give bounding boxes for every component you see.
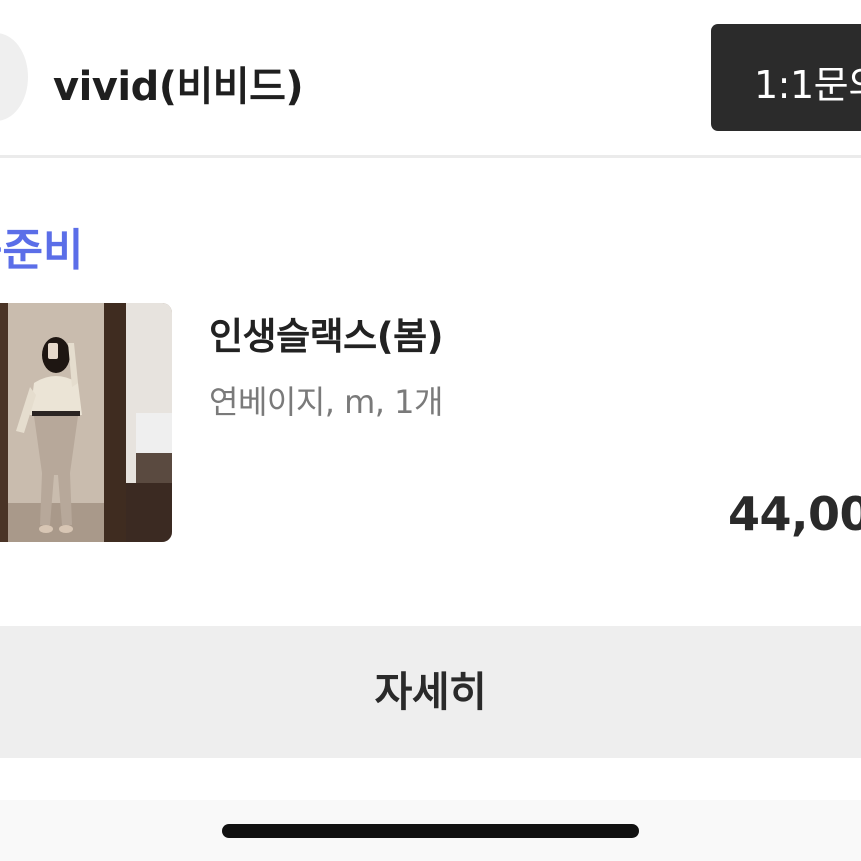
order-detail-page: vivid(비비드) 1:1문의 품준비: [0, 0, 861, 861]
header-divider: [0, 155, 861, 158]
store-avatar[interactable]: [0, 33, 28, 121]
product-price: 44,000: [728, 487, 861, 541]
store-name[interactable]: vivid(비비드): [53, 54, 304, 112]
order-status-label: 품준비: [0, 225, 84, 276]
home-indicator-icon[interactable]: [222, 824, 639, 838]
product-options: 연베이지, m, 1개: [209, 383, 443, 421]
detail-button[interactable]: 자세히: [0, 626, 861, 758]
store-header: vivid(비비드) 1:1문의: [0, 0, 861, 155]
product-image[interactable]: [0, 303, 172, 542]
inquiry-button[interactable]: 1:1문의: [711, 24, 861, 131]
product-name[interactable]: 인생슬랙스(봄): [209, 306, 444, 360]
